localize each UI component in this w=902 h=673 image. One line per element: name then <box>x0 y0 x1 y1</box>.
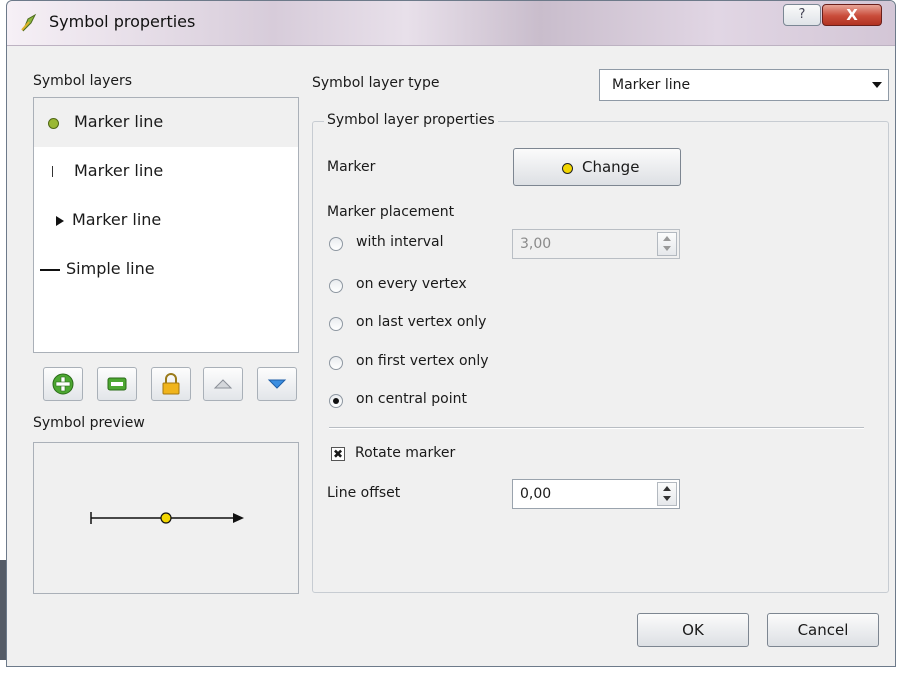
window-title: Symbol properties <box>49 12 196 31</box>
minus-icon <box>107 377 127 391</box>
vertical-tick-icon <box>52 166 53 177</box>
layer-item-label: Simple line <box>66 259 155 278</box>
radio-central-point[interactable]: on central point <box>329 391 529 413</box>
symbol-layer-type-select[interactable]: Marker line <box>599 69 889 101</box>
move-down-button[interactable] <box>257 367 297 401</box>
marker-placement-label: Marker placement <box>327 204 455 220</box>
symbol-layer-type-value: Marker line <box>612 77 691 93</box>
lock-layer-button[interactable] <box>151 367 191 401</box>
rotate-marker-label: Rotate marker <box>355 445 456 461</box>
symbol-properties-dialog: Symbol properties ? X Symbol layers Mark… <box>6 0 896 667</box>
horizontal-line-icon <box>40 269 60 271</box>
symbol-layers-heading: Symbol layers <box>33 73 133 89</box>
interval-value: 3,00 <box>520 236 552 252</box>
radio-button[interactable] <box>329 356 343 370</box>
line-offset-value: 0,00 <box>520 486 552 502</box>
symbol-layer-type-label: Symbol layer type <box>312 75 440 91</box>
spin-arrows[interactable] <box>657 482 677 506</box>
layer-item-marker-line-2[interactable]: Marker line <box>34 147 298 196</box>
spin-up-icon <box>663 486 671 491</box>
radio-label: on last vertex only <box>356 314 487 330</box>
layer-item-marker-line-3[interactable]: Marker line <box>34 196 298 245</box>
cancel-button[interactable]: Cancel <box>767 613 879 647</box>
radio-button[interactable] <box>329 394 343 408</box>
plus-icon <box>52 373 74 395</box>
radio-label: on first vertex only <box>356 353 489 369</box>
radio-every-vertex[interactable]: on every vertex <box>329 276 529 298</box>
symbol-preview-panel <box>33 442 299 594</box>
layer-item-marker-line-1[interactable]: Marker line <box>34 98 298 147</box>
radio-label: with interval <box>356 234 444 250</box>
symbol-layer-properties-title: Symbol layer properties <box>324 112 498 128</box>
spin-down-icon <box>663 496 671 501</box>
radio-label: on every vertex <box>356 276 467 292</box>
lock-icon <box>162 373 180 395</box>
radio-button[interactable] <box>329 317 343 331</box>
separator-line <box>329 427 864 429</box>
arrow-down-icon <box>267 379 287 389</box>
change-marker-button[interactable]: Change <box>513 148 681 186</box>
marker-label: Marker <box>327 159 376 175</box>
arrow-up-icon <box>213 379 233 389</box>
move-up-button[interactable] <box>203 367 243 401</box>
spin-down-icon <box>663 246 671 251</box>
help-button[interactable]: ? <box>783 4 821 26</box>
ok-button[interactable]: OK <box>637 613 749 647</box>
radio-button[interactable] <box>329 237 343 251</box>
spin-arrows[interactable] <box>657 232 677 256</box>
radio-label: on central point <box>356 391 467 407</box>
layer-item-simple-line[interactable]: Simple line <box>34 245 298 294</box>
layer-item-label: Marker line <box>74 112 164 131</box>
rotate-marker-checkbox[interactable]: ✖ <box>331 447 345 461</box>
add-layer-button[interactable] <box>43 367 83 401</box>
yellow-dot-icon <box>48 118 59 129</box>
close-button[interactable]: X <box>822 4 882 26</box>
marker-color-dot-icon <box>562 163 573 174</box>
radio-with-interval[interactable]: with interval <box>329 234 489 256</box>
line-offset-spinbox[interactable]: 0,00 <box>512 479 680 509</box>
symbol-preview-graphic <box>90 512 244 524</box>
radio-last-vertex[interactable]: on last vertex only <box>329 314 529 336</box>
line-offset-label: Line offset <box>327 485 401 501</box>
remove-layer-button[interactable] <box>97 367 137 401</box>
triangle-right-icon <box>56 216 64 226</box>
change-button-label: Change <box>582 158 640 176</box>
radio-button[interactable] <box>329 279 343 293</box>
layer-item-label: Marker line <box>74 161 164 180</box>
chevron-down-icon <box>872 82 882 88</box>
radio-first-vertex[interactable]: on first vertex only <box>329 353 529 375</box>
interval-spinbox[interactable]: 3,00 <box>512 229 680 259</box>
spin-up-icon <box>663 236 671 241</box>
symbol-layers-list[interactable]: Marker line Marker line Marker line Simp… <box>33 97 299 353</box>
layer-item-label: Marker line <box>72 210 162 229</box>
symbol-preview-heading: Symbol preview <box>33 415 145 431</box>
title-bar[interactable]: Symbol properties ? X <box>7 1 895 46</box>
qgis-app-icon <box>21 13 37 32</box>
